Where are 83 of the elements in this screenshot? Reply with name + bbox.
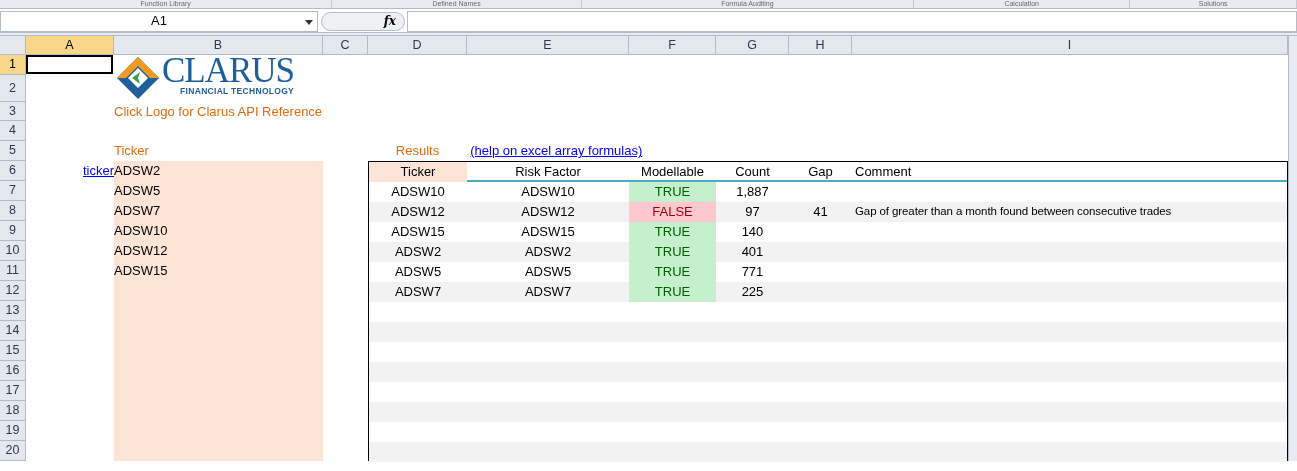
ticker-cell-text: ADSW15: [114, 262, 169, 281]
help-link[interactable]: (help on excel array formulas): [470, 141, 643, 161]
column-header[interactable]: D: [368, 36, 467, 55]
table-cell-text: 401: [740, 243, 765, 262]
row-header[interactable]: 10: [0, 241, 26, 261]
logo-wordmark: CLARUS: [162, 56, 295, 86]
column-heading: Count: [734, 163, 771, 181]
table-cell-text: ADSW12: [390, 203, 446, 222]
column-heading: Gap: [807, 163, 834, 181]
table-cell-text: 1,887: [735, 183, 770, 202]
row-header[interactable]: 4: [0, 121, 26, 141]
table-cell-text: ADSW5: [523, 263, 573, 282]
results-label: Results: [394, 142, 441, 161]
ticker-cell-text: ADSW12: [114, 242, 169, 261]
table-cell-text: Gap of greater than a month found between consecutive trades: [854, 204, 1173, 220]
column-heading: Comment: [854, 163, 913, 181]
table-cell-text: ADSW7: [393, 283, 443, 302]
column-heading: Ticker: [369, 162, 467, 182]
row-header[interactable]: 19: [0, 421, 26, 441]
logo-tagline: FINANCIAL TECHNOLOGY: [179, 86, 295, 96]
row-header[interactable]: 16: [0, 361, 26, 381]
row-header[interactable]: 2: [0, 75, 26, 102]
ticker-cell-text: ADSW7: [114, 202, 162, 221]
column-header[interactable]: G: [716, 36, 789, 55]
table-cell-text: 771: [740, 263, 765, 282]
column-header[interactable]: E: [467, 36, 629, 55]
row-header[interactable]: 1: [0, 55, 26, 75]
row-header[interactable]: 13: [0, 301, 26, 321]
table-cell-text: ADSW12: [520, 203, 576, 222]
row-header[interactable]: 20: [0, 441, 26, 461]
insert-function-button[interactable]: fx: [321, 11, 405, 31]
row-header[interactable]: 7: [0, 181, 26, 201]
row-header[interactable]: 11: [0, 261, 26, 281]
ticker-link[interactable]: ticker: [82, 161, 114, 181]
table-cell-text: ADSW2: [523, 243, 573, 262]
column-heading: Risk Factor: [514, 163, 582, 181]
table-cell-text: ADSW2: [393, 243, 443, 262]
row-header[interactable]: 8: [0, 201, 26, 221]
modellable-cell: TRUE: [629, 222, 716, 242]
modellable-cell: FALSE: [629, 202, 716, 222]
modellable-cell: TRUE: [629, 262, 716, 282]
table-cell-text: ADSW15: [520, 223, 576, 242]
column-label: Ticker: [114, 142, 150, 161]
table-cell-text: ADSW10: [390, 183, 446, 202]
table-cell-text: ADSW5: [393, 263, 443, 282]
scrollbar-strip[interactable]: [1288, 36, 1297, 461]
formula-input-field[interactable]: [407, 10, 1297, 32]
name-box[interactable]: A1: [0, 10, 318, 32]
row-header[interactable]: 14: [0, 321, 26, 341]
table-cell-text: 140: [740, 223, 765, 242]
table-cell-text: 225: [740, 283, 765, 302]
table-cell-text: 41: [812, 203, 829, 222]
row-header[interactable]: 17: [0, 381, 26, 401]
row-header[interactable]: 12: [0, 281, 26, 301]
column-header[interactable]: I: [852, 36, 1288, 55]
select-all-corner[interactable]: [0, 36, 26, 55]
table-cell-text: ADSW15: [390, 223, 446, 242]
row-header[interactable]: 9: [0, 221, 26, 241]
caret-icon[interactable]: [305, 19, 313, 25]
row-header[interactable]: 3: [0, 102, 26, 121]
table-cell-text: ADSW7: [523, 283, 573, 302]
table-cell-text: ADSW10: [520, 183, 576, 202]
row-header[interactable]: 6: [0, 161, 26, 181]
column-header[interactable]: F: [629, 36, 716, 55]
row-header[interactable]: 15: [0, 341, 26, 361]
ticker-cell-text: ADSW10: [114, 222, 169, 241]
modellable-cell: TRUE: [629, 182, 716, 202]
logo[interactable]: CLARUS FINANCIAL TECHNOLOGY: [114, 55, 323, 102]
column-heading: Modellable: [640, 163, 705, 181]
logo-caption: Click Logo for Clarus API Reference: [114, 102, 324, 121]
active-cell[interactable]: [26, 55, 113, 74]
diamond-logo-icon: [116, 56, 160, 100]
column-header[interactable]: A: [26, 36, 114, 55]
column-header[interactable]: C: [323, 36, 368, 55]
column-header[interactable]: B: [114, 36, 323, 55]
modellable-cell: TRUE: [629, 242, 716, 262]
ticker-cell-text: ADSW2: [114, 162, 162, 181]
row-header[interactable]: 18: [0, 401, 26, 421]
ticker-cell-text: ADSW5: [114, 182, 162, 201]
table-cell-text: 97: [744, 203, 761, 222]
row-header[interactable]: 5: [0, 141, 26, 161]
column-header[interactable]: H: [789, 36, 852, 55]
modellable-cell: TRUE: [629, 282, 716, 302]
